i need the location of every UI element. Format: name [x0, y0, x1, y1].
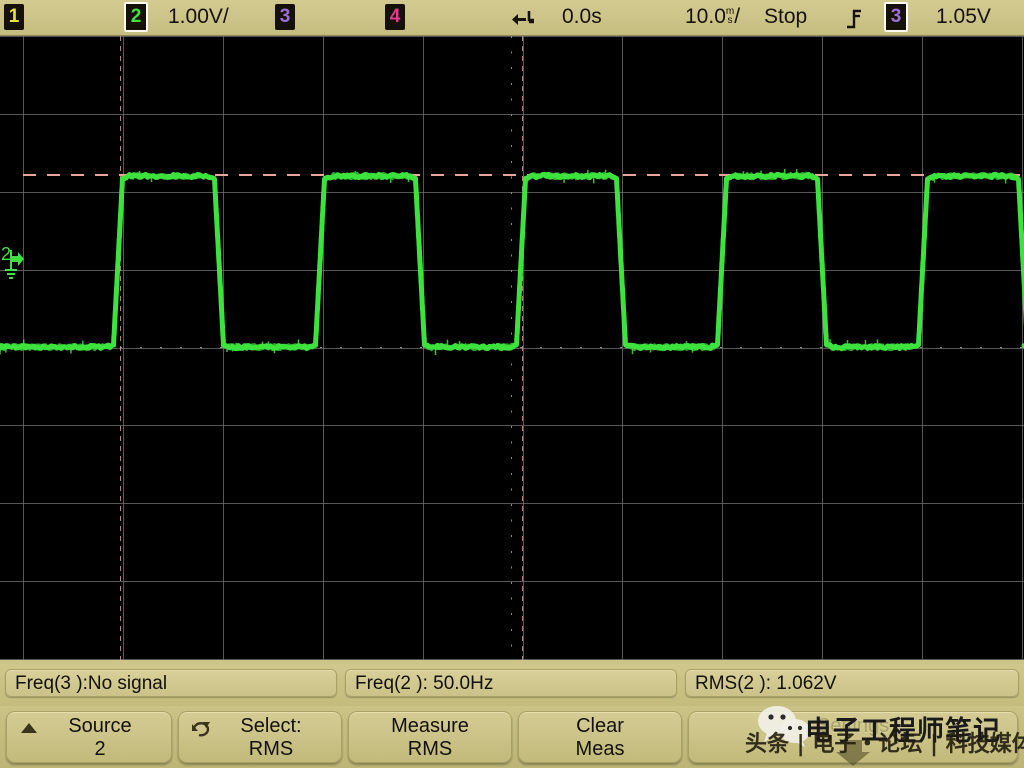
measurement-freq-ch2[interactable]: Freq(2 ): 50.0Hz [345, 669, 677, 697]
measurement-freq-ch3[interactable]: Freq(3 ):No signal [5, 669, 337, 697]
softkey-clear-line2: Meas [519, 738, 681, 761]
channel-2-vertical-scale[interactable]: 1.00V/ [168, 5, 229, 29]
trace-path [0, 174, 1024, 348]
measurement-bar: Freq(3 ):No signal Freq(2 ): 50.0Hz RMS(… [0, 664, 1024, 706]
measurement-rms-ch2[interactable]: RMS(2 ): 1.062V [685, 669, 1019, 697]
trace-noise [0, 169, 1024, 355]
softkey-select-line2: RMS [201, 738, 341, 761]
run-state-label[interactable]: Stop [764, 5, 807, 29]
trigger-level-value[interactable]: 1.05V [936, 5, 991, 29]
channel-4-badge[interactable]: 4 [385, 4, 405, 30]
ground-marker-channel-label: 2 [1, 244, 11, 265]
softkey-settings-line1: Settings [689, 715, 1017, 738]
trace-path [0, 175, 1024, 349]
trigger-source-label: 3 [891, 6, 902, 27]
waveform-display[interactable]: 2 [0, 36, 1024, 660]
down-arrow-icon [831, 740, 875, 766]
channel-3-badge[interactable]: 3 [275, 4, 295, 30]
top-status-bar: 1 2 1.00V/ 3 4 0.0s 10.0ms/ Stop 3 1.05V [0, 0, 1024, 36]
channel-3-label: 3 [280, 6, 291, 27]
channel-2-label: 2 [131, 6, 142, 27]
trigger-source-badge[interactable]: 3 [884, 2, 908, 32]
softkey-measure-line1: Measure [349, 715, 511, 738]
channel-4-label: 4 [390, 6, 401, 27]
timebase-scale[interactable]: 10.0ms/ [685, 5, 740, 29]
channel-1-label: 1 [9, 6, 20, 27]
softkey-source-line1: Source [29, 715, 171, 738]
channel-1-badge[interactable]: 1 [4, 4, 24, 30]
softkey-select-text: Select: RMS [201, 715, 341, 761]
softkey-clear-line1: Clear [519, 715, 681, 738]
rising-edge-icon [845, 7, 863, 29]
softkey-measure-text: Measure RMS [349, 715, 511, 761]
softkey-select-line1: Select: [201, 715, 341, 738]
softkey-source-text: Source 2 [29, 715, 171, 761]
softkey-measure[interactable]: Measure RMS [348, 711, 512, 763]
timebase-unit: ms [726, 7, 734, 25]
channel-2-badge[interactable]: 2 [124, 2, 148, 32]
softkey-clear-meas[interactable]: Clear Meas [518, 711, 682, 763]
oscilloscope-screen: 1 2 1.00V/ 3 4 0.0s 10.0ms/ Stop 3 1.05V [0, 0, 1024, 768]
trace-path [0, 174, 1024, 348]
softkey-bar: Source 2 Select: RMS Measure RMS Cle [0, 706, 1024, 768]
timebase-value: 10.0 [685, 5, 726, 28]
softkey-select[interactable]: Select: RMS [178, 711, 342, 763]
channel-2-trace [0, 36, 1024, 660]
softkey-measure-line2: RMS [349, 738, 511, 761]
softkey-clear-meas-text: Clear Meas [519, 715, 681, 761]
trigger-position-marker-icon [512, 9, 534, 29]
softkey-source[interactable]: Source 2 [6, 711, 172, 763]
softkey-settings[interactable]: Settings [688, 711, 1018, 763]
softkey-settings-text: Settings [689, 715, 1017, 738]
timebase-suffix: / [734, 5, 740, 28]
softkey-source-line2: 2 [29, 738, 171, 761]
time-delay-value[interactable]: 0.0s [562, 5, 602, 29]
